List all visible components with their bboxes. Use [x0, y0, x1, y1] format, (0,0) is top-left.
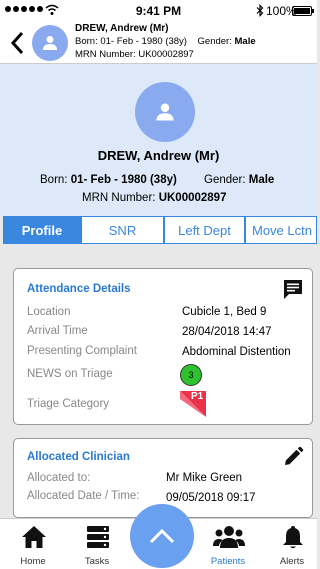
chevron-up-icon: [149, 528, 175, 544]
patient-banner: DREW, Andrew (Mr) Born: 01- Feb - 1980 (…: [0, 64, 317, 216]
gender-row: Gender: Male: [204, 174, 274, 186]
tab-move-lctn[interactable]: Move Lctn: [245, 216, 317, 244]
born-label: Born:: [40, 174, 68, 186]
tab-bar: Profile SNR Left Dept Move Lctn: [3, 216, 317, 244]
clinician-title: Allocated Clinician: [27, 451, 130, 463]
patients-group-icon: [213, 526, 245, 548]
born-value: 01- Feb - 1980 (38y): [70, 174, 177, 186]
triage-category-badge: P1: [180, 391, 206, 417]
patient-avatar-small: [32, 25, 68, 61]
patient-name: DREW, Andrew (Mr): [97, 148, 220, 163]
nav-home[interactable]: Home: [6, 519, 60, 569]
gender-label: Gender:: [204, 174, 246, 186]
tasks-icon: [87, 526, 109, 548]
tab-profile[interactable]: Profile: [3, 216, 81, 244]
location-label: Location: [27, 306, 71, 318]
header-born-value: 01- Feb - 1980 (38y): [100, 36, 187, 47]
allocated-to-value: Mr Mike Green: [166, 472, 243, 484]
person-icon: [156, 103, 174, 121]
header-born-label: Born:: [75, 36, 98, 47]
mrn-row: MRN Number: UK00002897: [82, 192, 226, 204]
header-mrn-value: UK00002897: [138, 49, 194, 60]
nav-patients[interactable]: Patients: [201, 519, 255, 569]
header-patient-info: DREW, Andrew (Mr) Born: 01- Feb - 1980 (…: [75, 22, 256, 61]
patient-avatar-large: [135, 82, 195, 142]
nav-alerts-label: Alerts: [279, 556, 305, 567]
born-row: Born: 01- Feb - 1980 (38y): [40, 174, 177, 186]
back-chevron-icon[interactable]: [8, 30, 28, 56]
triage-label: Triage Category: [27, 398, 110, 410]
header-gender-value: Male: [234, 36, 256, 47]
attendance-title: Attendance Details: [27, 283, 131, 295]
nav-home-label: Home: [20, 556, 46, 567]
nav-alerts[interactable]: Alerts: [265, 519, 319, 569]
arrival-label: Arrival Time: [27, 325, 88, 337]
allocated-date-value: 09/05/2018 09:17: [166, 492, 256, 504]
mrn-value: UK00002897: [158, 192, 227, 204]
battery-icon: [292, 6, 314, 16]
bluetooth-icon: [256, 4, 264, 17]
complaint-label: Presenting Complaint: [27, 345, 137, 357]
nav-tasks[interactable]: Tasks: [70, 519, 124, 569]
person-icon: [43, 36, 57, 50]
arrival-value: 28/04/2018 14:47: [182, 326, 272, 338]
notes-icon[interactable]: [282, 278, 304, 300]
mrn-label: MRN Number:: [82, 192, 156, 204]
triage-category-value: P1: [191, 391, 204, 402]
allocated-date-label: Allocated Date / Time:: [27, 490, 140, 502]
header-gender-label: Gender:: [197, 36, 232, 47]
status-bar: 9:41 PM 100%: [0, 0, 317, 22]
edit-pencil-icon[interactable]: [282, 446, 304, 468]
complaint-value: Abdominal Distention: [182, 346, 291, 358]
scroll-up-fab[interactable]: [130, 504, 194, 568]
tab-left-dept[interactable]: Left Dept: [164, 216, 245, 244]
nav-tasks-label: Tasks: [84, 556, 110, 567]
gender-value: Male: [248, 174, 275, 186]
home-icon: [22, 526, 46, 548]
tab-snr[interactable]: SNR: [81, 216, 164, 244]
attendance-details-card: Attendance Details Location Cubicle 1, B…: [13, 268, 313, 425]
news-score-badge: 3: [180, 364, 202, 386]
nav-patients-label: Patients: [210, 556, 246, 567]
location-value: Cubicle 1, Bed 9: [182, 306, 267, 318]
bell-icon: [283, 526, 303, 549]
news-label: NEWS on Triage: [27, 368, 113, 380]
header-patient-name: DREW, Andrew (Mr): [75, 23, 169, 34]
header-mrn-label: MRN Number:: [75, 49, 136, 60]
patient-header: DREW, Andrew (Mr) Born: 01- Feb - 1980 (…: [0, 22, 317, 64]
allocated-to-label: Allocated to:: [27, 472, 91, 484]
